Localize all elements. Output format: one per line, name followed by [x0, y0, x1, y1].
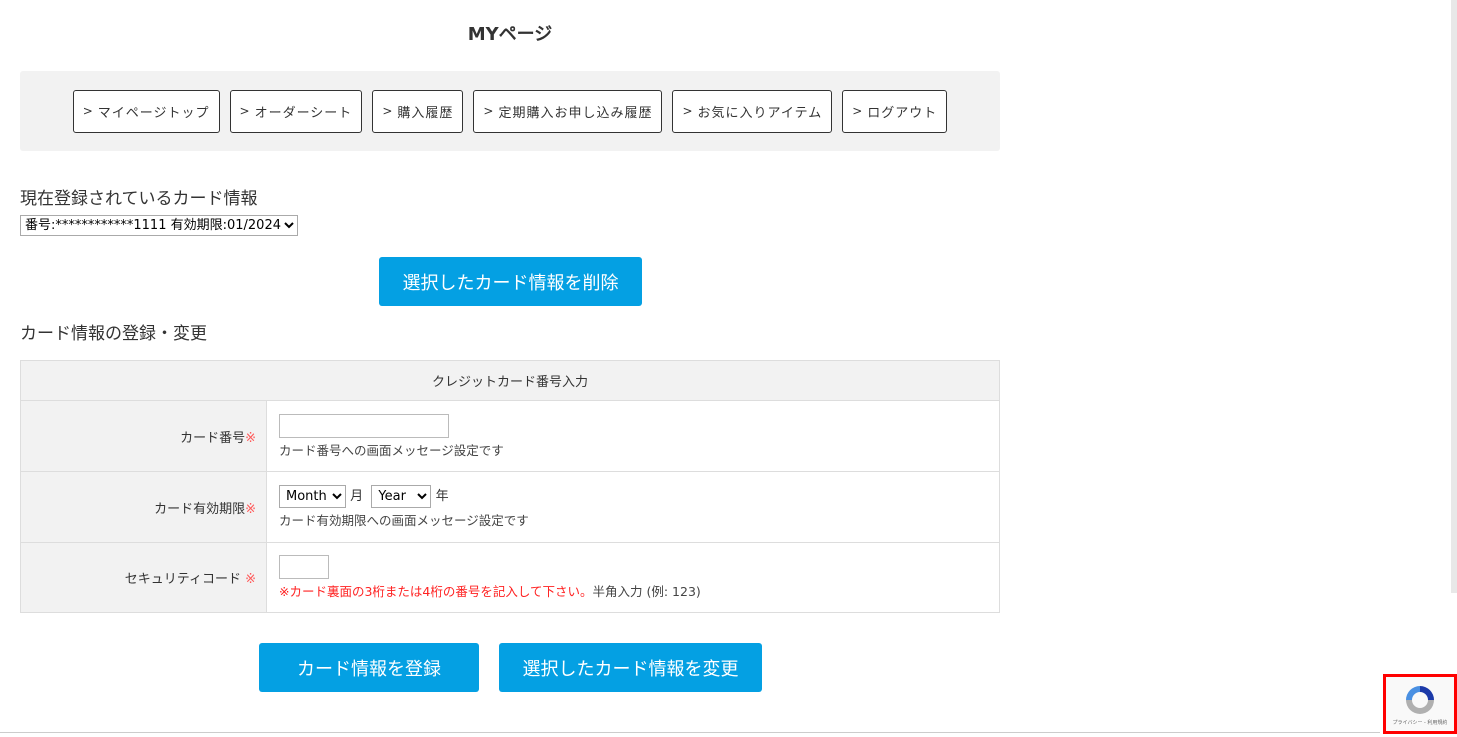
- required-mark: ※: [245, 572, 256, 587]
- chevron-right-icon: >: [382, 104, 394, 118]
- chevron-right-icon: >: [239, 104, 251, 118]
- nav-label: ログアウト: [867, 105, 938, 121]
- divider: [0, 732, 1380, 733]
- nav-label: 購入履歴: [397, 105, 454, 121]
- cvc-label: セキュリティコード ※: [20, 542, 267, 613]
- delete-card-button[interactable]: 選択したカード情報を削除: [379, 257, 642, 306]
- card-number-note: カード番号への画面メッセージ設定です: [279, 442, 504, 458]
- table-header: クレジットカード番号入力: [20, 360, 1000, 401]
- register-card-button[interactable]: カード情報を登録: [259, 643, 479, 692]
- cvc-hint: 半角入力 (例: 123): [592, 584, 701, 599]
- expiry-year-select[interactable]: Year: [371, 485, 432, 508]
- page-title: MYページ: [467, 24, 553, 45]
- cvc-row: セキュリティコード ※ ※カード裏面の3桁または4桁の番号を記入して下さい。半角…: [20, 542, 1000, 613]
- nav-label: オーダーシート: [254, 105, 353, 121]
- nav-purchase-history[interactable]: > 購入履歴: [372, 89, 464, 133]
- card-number-row: カード番号※ カード番号への画面メッセージ設定です: [20, 400, 1000, 472]
- recaptcha-links[interactable]: プライバシー - 利用規約: [1393, 719, 1448, 726]
- label-text: セキュリティコード: [124, 572, 241, 587]
- expiry-month-select[interactable]: Month: [279, 485, 346, 508]
- expiry-label: カード有効期限※: [20, 471, 267, 543]
- security-code-input[interactable]: [279, 555, 329, 579]
- nav-label: 定期購入お申し込み履歴: [498, 105, 653, 121]
- required-mark: ※: [245, 501, 256, 517]
- nav-favorites[interactable]: > お気に入りアイテム: [672, 89, 833, 133]
- label-text: カード有効期限: [154, 501, 246, 517]
- card-number-label: カード番号※: [20, 400, 267, 472]
- chevron-right-icon: >: [82, 104, 94, 118]
- scrollbar[interactable]: [1451, 0, 1457, 593]
- chevron-right-icon: >: [483, 104, 495, 118]
- required-mark: ※: [245, 430, 256, 446]
- nav-logout[interactable]: > ログアウト: [842, 89, 948, 133]
- card-form-table: クレジットカード番号入力 カード番号※ カード番号への画面メッセージ設定です カ…: [20, 360, 1000, 613]
- mypage-nav: > マイページトップ > オーダーシート > 購入履歴 > 定期購入お申し込み履歴 > お…: [20, 71, 1000, 151]
- register-card-heading: カード情報の登録・変更: [20, 324, 207, 344]
- chevron-right-icon: >: [852, 104, 864, 118]
- expiry-note: カード有効期限への画面メッセージ設定です: [279, 513, 529, 528]
- nav-mypage-top[interactable]: > マイページトップ: [72, 89, 220, 133]
- nav-label: お気に入りアイテム: [697, 105, 823, 121]
- cvc-warning: ※カード裏面の3桁または4桁の番号を記入して下さい。: [279, 584, 593, 599]
- recaptcha-icon: [1406, 685, 1434, 714]
- registered-card-heading: 現在登録されているカード情報: [20, 189, 258, 209]
- chevron-right-icon: >: [682, 104, 694, 118]
- expiry-row: カード有効期限※ Month 月 Year 年 カード有効期限への画面メッセージ…: [20, 471, 1000, 543]
- month-unit: 月: [350, 489, 364, 504]
- change-card-button[interactable]: 選択したカード情報を変更: [499, 643, 762, 692]
- year-unit: 年: [435, 489, 449, 504]
- registered-card-select[interactable]: 番号:************1111 有効期限:01/2024: [20, 215, 298, 236]
- recaptcha-badge[interactable]: プライバシー - 利用規約: [1383, 674, 1457, 734]
- nav-order-sheet[interactable]: > オーダーシート: [229, 89, 363, 133]
- nav-subscription-history[interactable]: > 定期購入お申し込み履歴: [473, 89, 663, 133]
- card-number-input[interactable]: [279, 413, 449, 438]
- nav-label: マイページトップ: [97, 105, 210, 121]
- label-text: カード番号: [180, 430, 246, 446]
